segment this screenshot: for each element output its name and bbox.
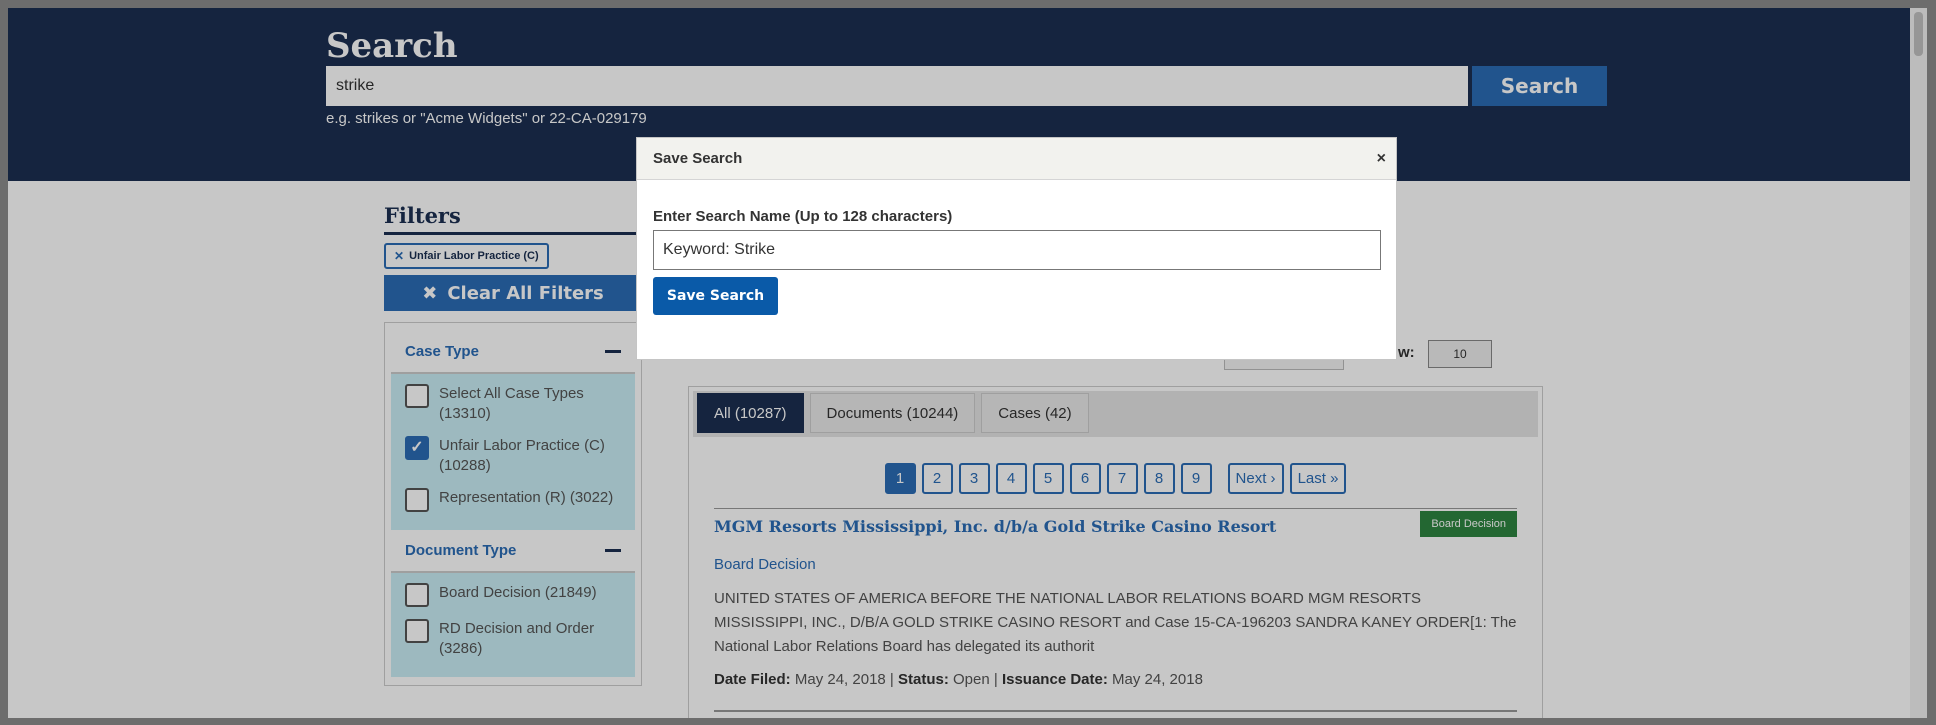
dialog-header: Save Search × <box>637 138 1396 180</box>
close-icon[interactable]: × <box>1377 150 1386 168</box>
dialog-title: Save Search <box>653 150 743 167</box>
save-search-dialog: Save Search × Enter Search Name (Up to 1… <box>636 137 1397 360</box>
dialog-body: Enter Search Name (Up to 128 characters)… <box>637 180 1396 315</box>
search-name-input[interactable] <box>653 230 1381 270</box>
modal-overlay[interactable] <box>0 0 1936 725</box>
save-search-button[interactable]: Save Search <box>653 277 778 315</box>
search-name-label: Enter Search Name (Up to 128 characters) <box>653 208 953 225</box>
